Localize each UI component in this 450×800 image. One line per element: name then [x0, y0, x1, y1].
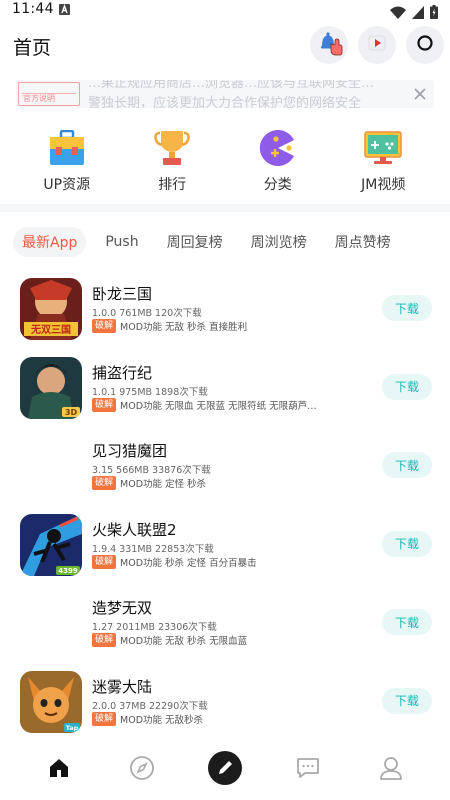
app-name: 火柴人联盟2 [92, 520, 177, 539]
app-icon-label: 3D [65, 408, 78, 417]
crack-badge: 破解 [92, 397, 117, 412]
chat-icon [295, 755, 321, 785]
notice-banner[interactable]: 官方说明 …果正规应用商店…浏览器…应该与互联网安全… 警独长期，应该更加大力合… [16, 80, 434, 108]
briefcase-icon [47, 128, 87, 168]
video-play-button[interactable] [358, 26, 396, 64]
app-features: MOD功能 无敌 秒杀 无限血蓝 [120, 636, 248, 648]
app-meta: 1.9.4 331MB 22853次下载 [92, 543, 214, 555]
list-item[interactable]: 3D 捕盗行纪 1.0.1 975MB 1898次下载 破解 MOD功能 无限血… [0, 353, 450, 432]
list-item[interactable]: 见习猎魔团 3.15 566MB 33876次下载 破解 MOD功能 定怪 秒杀… [0, 431, 450, 510]
notice-badge: 官方说明 [18, 82, 80, 106]
download-button[interactable]: 下载 [382, 530, 432, 557]
download-button[interactable]: 下载 [382, 687, 432, 714]
crack-badge: 破解 [92, 319, 117, 333]
app-meta: 1.0.0 761MB 120次下载 [92, 308, 202, 319]
quick-nav-jm-video[interactable]: JM视频 [340, 128, 426, 194]
app-name: 迷雾大陆 [92, 677, 153, 696]
play-icon [368, 34, 386, 56]
tab-weekly-replies[interactable]: 周回复榜 [158, 227, 232, 257]
crack-badge: 破解 [92, 476, 117, 491]
app-icon: Tap [20, 670, 82, 733]
notice-text-line2: 警独长期，应该更加大力合作保护您的网络安全 [88, 96, 362, 108]
nav-profile[interactable] [367, 746, 415, 794]
pacman-icon [258, 128, 298, 168]
notice-text-line1: …果正规应用商店…浏览器…应该与互联网安全… [88, 80, 375, 91]
app-name: 卧龙三国 [92, 285, 153, 303]
app-icon: 3D [20, 356, 82, 419]
notification-a-icon [59, 4, 70, 15]
record-button[interactable] [406, 26, 444, 64]
signal-icon [412, 4, 424, 23]
status-bar: 11:44 [0, 0, 450, 22]
crack-badge: 破解 [92, 711, 117, 726]
bottom-nav [0, 740, 450, 800]
status-time: 11:44 [12, 1, 54, 17]
download-button[interactable]: 下载 [382, 609, 432, 636]
notice-badge-text: 官方说明 [23, 94, 55, 103]
app-icon-label: 无双三国 [30, 324, 71, 336]
app-icon [20, 435, 82, 497]
app-list: 无双三国 卧龙三国 1.0.0 761MB 120次下载 破解 MOD功能 无敌… [0, 274, 450, 746]
app-meta: 3.15 566MB 33876次下载 [92, 465, 211, 477]
crack-badge: 破解 [92, 554, 117, 569]
bell-icon [314, 28, 344, 62]
nav-messages[interactable] [284, 746, 332, 794]
tab-push[interactable]: Push [96, 227, 147, 257]
app-meta: 2.0.0 37MB 22290次下载 [92, 700, 208, 712]
list-item[interactable]: 4399 火柴人联盟2 1.9.4 331MB 22853次下载 破解 MOD功… [0, 510, 450, 589]
page-title: 首页 [13, 37, 52, 59]
monitor-icon [363, 128, 403, 168]
app-icon-label: 4399 [58, 567, 78, 575]
quick-nav-up-resources[interactable]: UP资源 [24, 128, 110, 194]
download-button[interactable]: 下载 [382, 295, 432, 321]
app-meta: 1.0.1 975MB 1898次下载 [92, 386, 208, 398]
tab-latest-app[interactable]: 最新App [13, 227, 87, 257]
quick-nav-ranking[interactable]: 排行 [129, 128, 215, 194]
battery-icon [430, 4, 438, 23]
section-divider [0, 204, 450, 212]
app-name: 见习猎魔团 [92, 442, 168, 461]
quick-nav-categories[interactable]: 分类 [235, 128, 321, 194]
notification-button[interactable] [310, 26, 348, 64]
compass-icon [129, 755, 155, 785]
nav-discover[interactable] [118, 746, 166, 794]
list-item[interactable]: 造梦无双 1.27 2011MB 23306次下载 破解 MOD功能 无敌 秒杀… [0, 588, 450, 667]
app-features: MOD功能 无限血 无限蓝 无限符纸 无限葫芦… [120, 400, 317, 412]
quick-nav-label: UP资源 [43, 177, 91, 193]
nav-home[interactable] [35, 746, 83, 794]
profile-icon [378, 755, 404, 785]
wifi-icon [390, 4, 406, 23]
quick-nav-label: 分类 [263, 177, 292, 193]
app-meta: 1.27 2011MB 23306次下载 [92, 622, 217, 634]
list-item[interactable]: 无双三国 卧龙三国 1.0.0 761MB 120次下载 破解 MOD功能 无敌… [0, 274, 450, 353]
tab-weekly-views[interactable]: 周浏览榜 [242, 227, 316, 257]
app-name: 捕盗行纪 [92, 363, 153, 382]
list-item[interactable]: Tap 迷雾大陆 2.0.0 37MB 22290次下载 破解 MOD功能 无敌… [0, 667, 450, 746]
tab-weekly-likes[interactable]: 周点赞榜 [326, 227, 400, 257]
app-icon-label: Tap [66, 724, 79, 732]
app-icon: 4399 [20, 513, 82, 576]
crack-badge: 破解 [92, 633, 117, 648]
pen-icon [207, 750, 243, 790]
quick-nav-label: JM视频 [361, 177, 406, 193]
quick-nav-label: 排行 [158, 177, 187, 193]
notice-text: …果正规应用商店…浏览器…应该与互联网安全… 警独长期，应该更加大力合作保护您的… [88, 80, 408, 108]
app-name: 造梦无双 [92, 599, 153, 618]
app-icon: 无双三国 [20, 278, 82, 340]
home-icon [47, 756, 71, 784]
app-header: 首页 [0, 22, 450, 70]
app-icon [20, 592, 82, 654]
list-tabs: 最新App Push 周回复榜 周浏览榜 周点赞榜 [13, 227, 400, 257]
quick-nav: UP资源 排行 分类 JM视频 [0, 128, 450, 194]
circle-icon [416, 34, 434, 56]
trophy-icon [152, 128, 192, 168]
download-button[interactable]: 下载 [382, 373, 432, 400]
close-icon[interactable] [410, 84, 430, 104]
app-features: MOD功能 秒杀 定怪 百分百暴击 [120, 557, 257, 569]
download-button[interactable]: 下载 [382, 452, 432, 479]
app-features: MOD功能 无敌 秒杀 直接胜利 [120, 322, 248, 333]
app-features: MOD功能 定怪 秒杀 [120, 479, 207, 491]
nav-create[interactable] [201, 746, 249, 794]
app-features: MOD功能 无敌秒杀 [120, 714, 204, 726]
